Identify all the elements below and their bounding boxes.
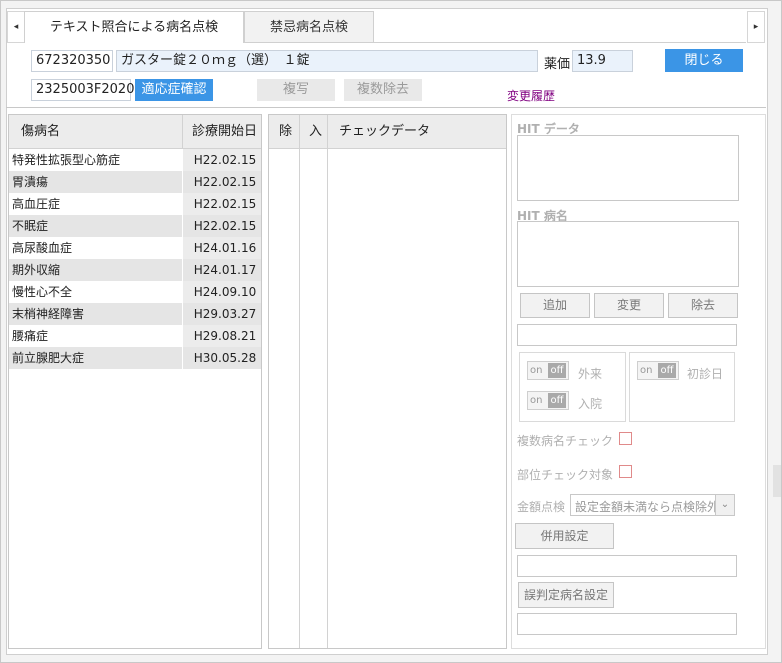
copy-button[interactable]: 複写: [257, 79, 335, 101]
toggle-off-label: off: [658, 363, 676, 378]
disease-panel: 傷病名 診療開始日 特発性拡張型心筋症 H22.02.15 胃潰瘍 H22.02…: [8, 114, 262, 649]
inpatient-toggle[interactable]: on off: [527, 391, 569, 410]
start-date: H24.01.16: [193, 241, 257, 255]
disease-name: 不眠症: [12, 219, 49, 233]
disease-table-header: 傷病名 診療開始日: [9, 115, 261, 149]
start-date: H22.02.15: [193, 175, 257, 189]
close-button[interactable]: 閉じる: [665, 49, 743, 72]
table-row[interactable]: 期外収縮 H24.01.17: [9, 259, 261, 281]
price-label: 薬価: [544, 57, 571, 72]
tab-scroll-right-icon[interactable]: ▸: [747, 11, 765, 43]
misjudge-setting-input[interactable]: [517, 613, 737, 635]
first-visit-toggle[interactable]: on off: [637, 361, 679, 380]
table-row[interactable]: 不眠症 H22.02.15: [9, 215, 261, 237]
remove-col-header[interactable]: 除: [279, 115, 292, 148]
check-table-header: 除 入 チェックデータ: [269, 115, 506, 149]
amount-check-label: 金額点検: [517, 500, 566, 514]
disease-name: 前立腺肥大症: [12, 351, 85, 365]
disease-name: 高尿酸血症: [12, 241, 73, 255]
check-data-panel: 除 入 チェックデータ: [268, 114, 507, 649]
change-history-link[interactable]: 変更履歴: [507, 87, 555, 104]
hit-data-box[interactable]: [517, 135, 739, 201]
start-date: H22.02.15: [193, 197, 257, 211]
start-date: H29.03.27: [193, 307, 257, 321]
multi-check-label: 複数病名チェック: [517, 434, 614, 448]
window-scrollbar[interactable]: [773, 465, 781, 497]
hit-name-box[interactable]: [517, 221, 739, 287]
toggle-on-label: on: [640, 365, 653, 376]
site-check-checkbox[interactable]: [619, 465, 632, 478]
start-date: H24.09.10: [193, 285, 257, 299]
yj-code-field[interactable]: 2325003F2020: [31, 79, 134, 101]
site-check-label: 部位チェック対象: [517, 468, 614, 482]
disease-name: 末梢神経障害: [12, 307, 85, 321]
table-row[interactable]: 高血圧症 H22.02.15: [9, 193, 261, 215]
amount-select-value: 設定金額未満なら点検除外: [575, 500, 720, 514]
header-separator: [182, 115, 183, 148]
multi-remove-button[interactable]: 複数除去: [344, 79, 422, 101]
header-separator: [299, 115, 300, 148]
inpatient-label: 入院: [578, 397, 603, 411]
multi-check-checkbox[interactable]: [619, 432, 632, 445]
table-row[interactable]: 腰痛症 H29.08.21: [9, 325, 261, 347]
tab-scroll-left-icon[interactable]: ◂: [7, 11, 25, 43]
table-row[interactable]: 高尿酸血症 H24.01.16: [9, 237, 261, 259]
start-date: H29.08.21: [193, 329, 257, 343]
remove-button[interactable]: 除去: [668, 293, 738, 318]
indication-button[interactable]: 適応症確認: [135, 79, 213, 101]
add-button[interactable]: 追加: [520, 293, 590, 318]
outpatient-toggle[interactable]: on off: [527, 361, 569, 380]
disease-name: 慢性心不全: [12, 285, 73, 299]
tab-divider: [374, 42, 746, 43]
table-row[interactable]: 末梢神経障害 H29.03.27: [9, 303, 261, 325]
disease-name: 特発性拡張型心筋症: [12, 153, 121, 167]
combined-setting-button[interactable]: 併用設定: [515, 523, 614, 549]
header-divider: [6, 107, 766, 108]
disease-name: 期外収縮: [12, 263, 61, 277]
amount-check-select[interactable]: 設定金額未満なら点検除外 ⌄: [570, 494, 735, 516]
drug-name-field[interactable]: ガスター錠２０ｍｇ（選） １錠: [116, 50, 538, 72]
start-date: H22.02.15: [193, 153, 257, 167]
enter-col-header[interactable]: 入: [309, 115, 322, 148]
start-date: H22.02.15: [193, 219, 257, 233]
misjudge-setting-button[interactable]: 誤判定病名設定: [518, 582, 614, 608]
table-row[interactable]: 特発性拡張型心筋症 H22.02.15: [9, 149, 261, 171]
start-date-header[interactable]: 診療開始日: [192, 115, 257, 148]
price-field[interactable]: 13.9: [572, 50, 633, 72]
table-row[interactable]: 前立腺肥大症 H30.05.28: [9, 347, 261, 369]
tab-contraindication[interactable]: 禁忌病名点検: [244, 11, 374, 43]
toggle-off-label: off: [548, 363, 566, 378]
column-separator: [327, 149, 328, 648]
disease-name: 高血圧症: [12, 197, 61, 211]
combined-setting-input[interactable]: [517, 555, 737, 577]
check-data-header[interactable]: チェックデータ: [339, 115, 430, 148]
toggle-on-label: on: [530, 365, 543, 376]
outpatient-label: 外来: [578, 367, 603, 381]
chevron-down-icon[interactable]: ⌄: [715, 495, 734, 515]
start-date: H30.05.28: [193, 351, 257, 365]
disease-name-header[interactable]: 傷病名: [21, 115, 60, 148]
toggle-off-label: off: [548, 393, 566, 408]
disease-name: 胃潰瘍: [12, 175, 49, 189]
hit-input[interactable]: [517, 324, 737, 346]
start-date: H24.01.17: [193, 263, 257, 277]
table-row[interactable]: 慢性心不全 H24.09.10: [9, 281, 261, 303]
column-separator: [299, 149, 300, 648]
change-button[interactable]: 変更: [594, 293, 664, 318]
header-separator: [327, 115, 328, 148]
disease-name: 腰痛症: [12, 329, 49, 343]
drug-code-field[interactable]: 672320350: [31, 50, 113, 72]
toggle-on-label: on: [530, 395, 543, 406]
first-visit-label: 初診日: [687, 367, 724, 381]
table-row[interactable]: 胃潰瘍 H22.02.15: [9, 171, 261, 193]
tab-text-matching[interactable]: テキスト照合による病名点検: [24, 11, 244, 43]
